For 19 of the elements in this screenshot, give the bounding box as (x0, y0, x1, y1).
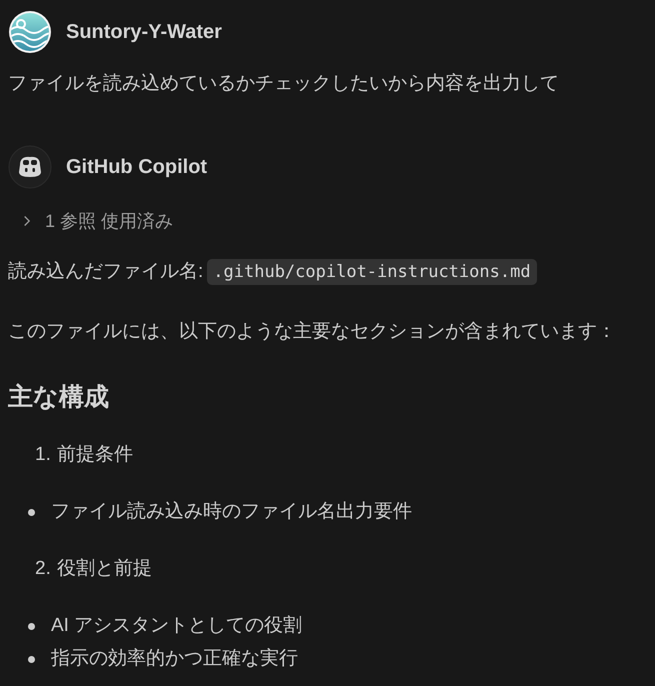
bullet-icon (28, 508, 35, 516)
list-item: 前提条件 (56, 443, 133, 467)
copilot-icon (8, 145, 52, 189)
list-number: 1. (35, 443, 51, 467)
list-item: 指示の効率的かつ正確な実行 (51, 647, 298, 671)
author-name: GitHub Copilot (66, 156, 208, 178)
bullet-icon (28, 622, 35, 630)
list-number: 2. (35, 557, 51, 581)
section-heading: 主な構成 (8, 382, 110, 413)
references-toggle[interactable]: 1 参照 使用済み (22, 207, 174, 235)
author-name: Suntory-Y-Water (66, 20, 222, 44)
inline-code: .github/copilot-instructions.md (207, 259, 537, 285)
bullet-icon (28, 656, 35, 662)
list-item: ファイル読み込み時のファイル名出力要件 (51, 500, 412, 524)
list-item: AI アシスタントとしての役割 (51, 614, 302, 638)
message-text: ファイルを読み込めているかチェックしたいから内容を出力して (8, 72, 560, 96)
paragraph: このファイルには、以下のような主要なセクションが含まれています： (8, 320, 617, 344)
list-item: 役割と前提 (56, 557, 152, 581)
file-label: 読み込んだファイル名: (8, 260, 204, 284)
